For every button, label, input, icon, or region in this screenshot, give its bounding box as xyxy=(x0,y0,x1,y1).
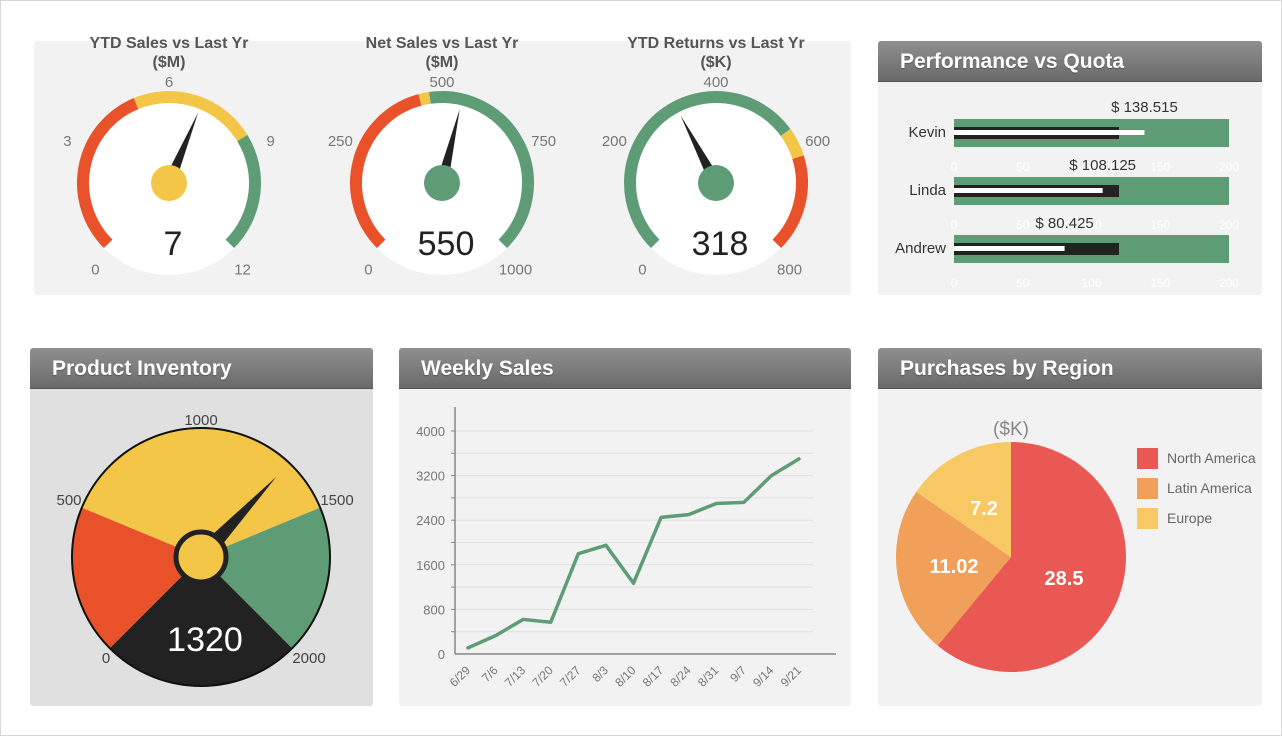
legend-label: North America xyxy=(1167,450,1256,466)
pie-slice-label: 11.02 xyxy=(930,556,979,578)
legend-swatch xyxy=(1137,508,1158,529)
legend-swatch xyxy=(1137,478,1158,499)
pie-slice-label: 28.5 xyxy=(1045,568,1084,590)
region-pie-chart: ($K) 28.5 11.02 7.2 North America Latin Ameri… xyxy=(896,419,1256,672)
legend-label: Latin America xyxy=(1167,480,1252,496)
pie-slice-label: 7.2 xyxy=(970,498,998,520)
pie-subtitle: ($K) xyxy=(993,419,1029,440)
legend-swatch xyxy=(1137,448,1158,469)
legend-label: Europe xyxy=(1167,510,1212,526)
